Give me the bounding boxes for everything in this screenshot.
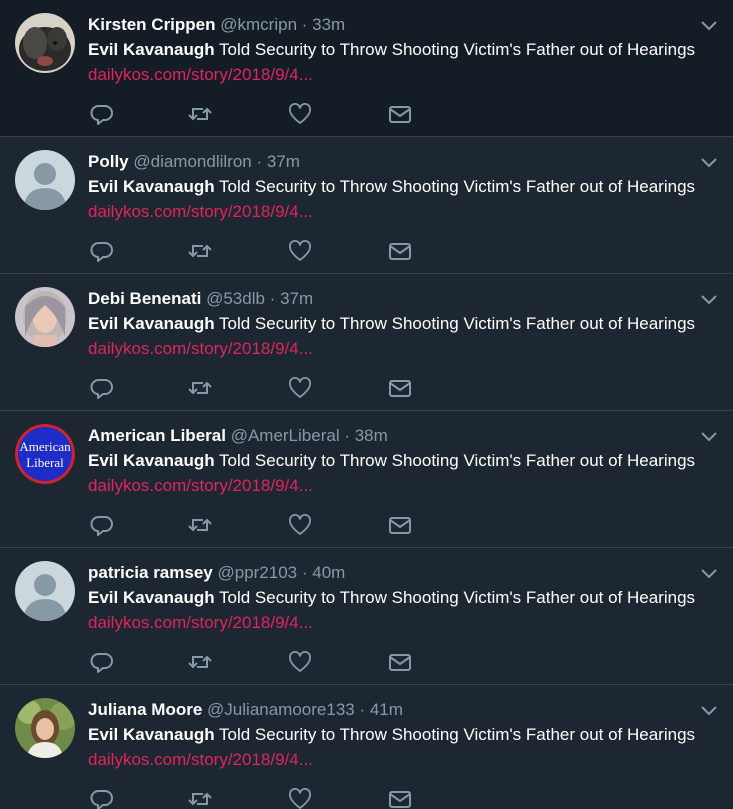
tweet-time[interactable]: 37m [267,152,300,171]
direct-message-icon[interactable] [388,788,412,809]
like-icon[interactable] [288,377,312,399]
direct-message-icon[interactable] [388,377,412,399]
retweet-icon[interactable] [188,103,212,125]
like-icon[interactable] [288,788,312,809]
author-handle[interactable]: @diamondlilron [133,152,251,171]
tweet[interactable]: Kirsten Crippen @kmcripn · 33m Evil Kavan… [0,0,733,137]
separator-dot: · [297,563,313,582]
tweet-text: Evil Kavanaugh Told Security to Throw Sh… [88,176,695,198]
tweet-time[interactable]: 38m [355,426,388,445]
tweet-text-rest: Told Security to Throw Shooting Victim's… [214,451,696,470]
chevron-down-icon[interactable] [699,18,719,32]
tweet-text-bold: Evil Kavanaugh [88,314,215,333]
tweet[interactable]: Polly @diamondlilron · 37m Evil Kavanaugh… [0,137,733,274]
like-icon[interactable] [288,240,312,262]
avatar[interactable]: American Liberal [15,424,75,484]
tweet-header: Debi Benenati @53dlb · 37m [88,288,693,310]
tweet-text-rest: Told Security to Throw Shooting Victim's… [214,725,696,744]
tweet-text-bold: Evil Kavanaugh [88,588,215,607]
tweet-text-rest: Told Security to Throw Shooting Victim's… [214,588,696,607]
tweet-link[interactable]: dailykos.com/story/2018/9/4... [88,201,313,223]
separator-dot: · [251,152,267,171]
separator-dot: · [264,289,281,308]
retweet-icon[interactable] [188,651,212,673]
tweet-text-bold: Evil Kavanaugh [88,177,215,196]
author-name[interactable]: American Liberal [88,426,226,445]
author-handle[interactable]: @Julianamoore133 [207,700,355,719]
separator-dot: · [297,15,313,34]
svg-text:American: American [19,439,71,454]
direct-message-icon[interactable] [388,240,412,262]
tweet-link[interactable]: dailykos.com/story/2018/9/4... [88,475,313,497]
author-name[interactable]: patricia ramsey [88,563,213,582]
tweet-time[interactable]: 41m [370,700,403,719]
separator-dot: · [339,426,355,445]
author-name[interactable]: Debi Benenati [88,289,201,308]
retweet-icon[interactable] [188,514,212,536]
tweet-time[interactable]: 37m [280,289,313,308]
retweet-icon[interactable] [188,240,212,262]
tweet-header: Juliana Moore @Julianamoore133 · 41m [88,699,693,721]
author-name[interactable]: Polly [88,152,129,171]
retweet-icon[interactable] [188,788,212,809]
reply-icon[interactable] [90,103,114,125]
tweet-link[interactable]: dailykos.com/story/2018/9/4... [88,338,313,360]
tweet-header: patricia ramsey @ppr2103 · 40m [88,562,693,584]
tweet-header: Polly @diamondlilron · 37m [88,151,693,173]
reply-icon[interactable] [90,514,114,536]
reply-icon[interactable] [90,377,114,399]
tweet-time[interactable]: 40m [312,563,345,582]
author-name[interactable]: Juliana Moore [88,700,202,719]
retweet-icon[interactable] [188,377,212,399]
reply-icon[interactable] [90,788,114,809]
svg-text:Liberal: Liberal [26,455,64,470]
reply-icon[interactable] [90,240,114,262]
tweet[interactable]: Debi Benenati @53dlb · 37m Evil Kavanaugh… [0,274,733,411]
tweet-text: Evil Kavanaugh Told Security to Throw Sh… [88,313,695,335]
like-icon[interactable] [288,651,312,673]
tweet-text: Evil Kavanaugh Told Security to Throw Sh… [88,39,695,61]
direct-message-icon[interactable] [388,103,412,125]
author-handle[interactable]: @kmcripn [220,15,297,34]
tweet-link[interactable]: dailykos.com/story/2018/9/4... [88,64,313,86]
tweet-time[interactable]: 33m [312,15,345,34]
author-handle[interactable]: @ppr2103 [217,563,297,582]
tweet-link[interactable]: dailykos.com/story/2018/9/4... [88,749,313,771]
tweet-link[interactable]: dailykos.com/story/2018/9/4... [88,612,313,634]
like-icon[interactable] [288,514,312,536]
chevron-down-icon[interactable] [699,703,719,717]
tweet-text-bold: Evil Kavanaugh [88,451,215,470]
direct-message-icon[interactable] [388,651,412,673]
tweet-text-rest: Told Security to Throw Shooting Victim's… [214,177,696,196]
chevron-down-icon[interactable] [699,566,719,580]
reply-icon[interactable] [90,651,114,673]
avatar[interactable] [15,561,75,621]
tweet-text-rest: Told Security to Throw Shooting Victim's… [214,40,696,59]
tweet-text-bold: Evil Kavanaugh [88,40,215,59]
tweet-text-bold: Evil Kavanaugh [88,725,215,744]
avatar[interactable] [15,287,75,347]
author-handle[interactable]: @53dlb [206,289,265,308]
tweet[interactable]: Juliana Moore @Julianamoore133 · 41m Evil… [0,685,733,809]
chevron-down-icon[interactable] [699,429,719,443]
tweet-feed: Kirsten Crippen @kmcripn · 33m Evil Kavan… [0,0,733,809]
tweet-text: Evil Kavanaugh Told Security to Throw Sh… [88,450,695,472]
avatar[interactable] [15,698,75,758]
separator-dot: · [354,700,370,719]
tweet[interactable]: American Liberal American Liberal @AmerLib… [0,411,733,548]
chevron-down-icon[interactable] [699,292,719,306]
tweet-header: Kirsten Crippen @kmcripn · 33m [88,14,693,36]
chevron-down-icon[interactable] [699,155,719,169]
author-name[interactable]: Kirsten Crippen [88,15,216,34]
tweet-header: American Liberal @AmerLiberal · 38m [88,425,693,447]
author-handle[interactable]: @AmerLiberal [231,426,340,445]
tweet-text: Evil Kavanaugh Told Security to Throw Sh… [88,724,695,746]
avatar[interactable] [15,13,75,73]
tweet-text-rest: Told Security to Throw Shooting Victim's… [214,314,696,333]
tweet-text: Evil Kavanaugh Told Security to Throw Sh… [88,587,695,609]
avatar[interactable] [15,150,75,210]
direct-message-icon[interactable] [388,514,412,536]
like-icon[interactable] [288,103,312,125]
tweet[interactable]: patricia ramsey @ppr2103 · 40m Evil Kavan… [0,548,733,685]
